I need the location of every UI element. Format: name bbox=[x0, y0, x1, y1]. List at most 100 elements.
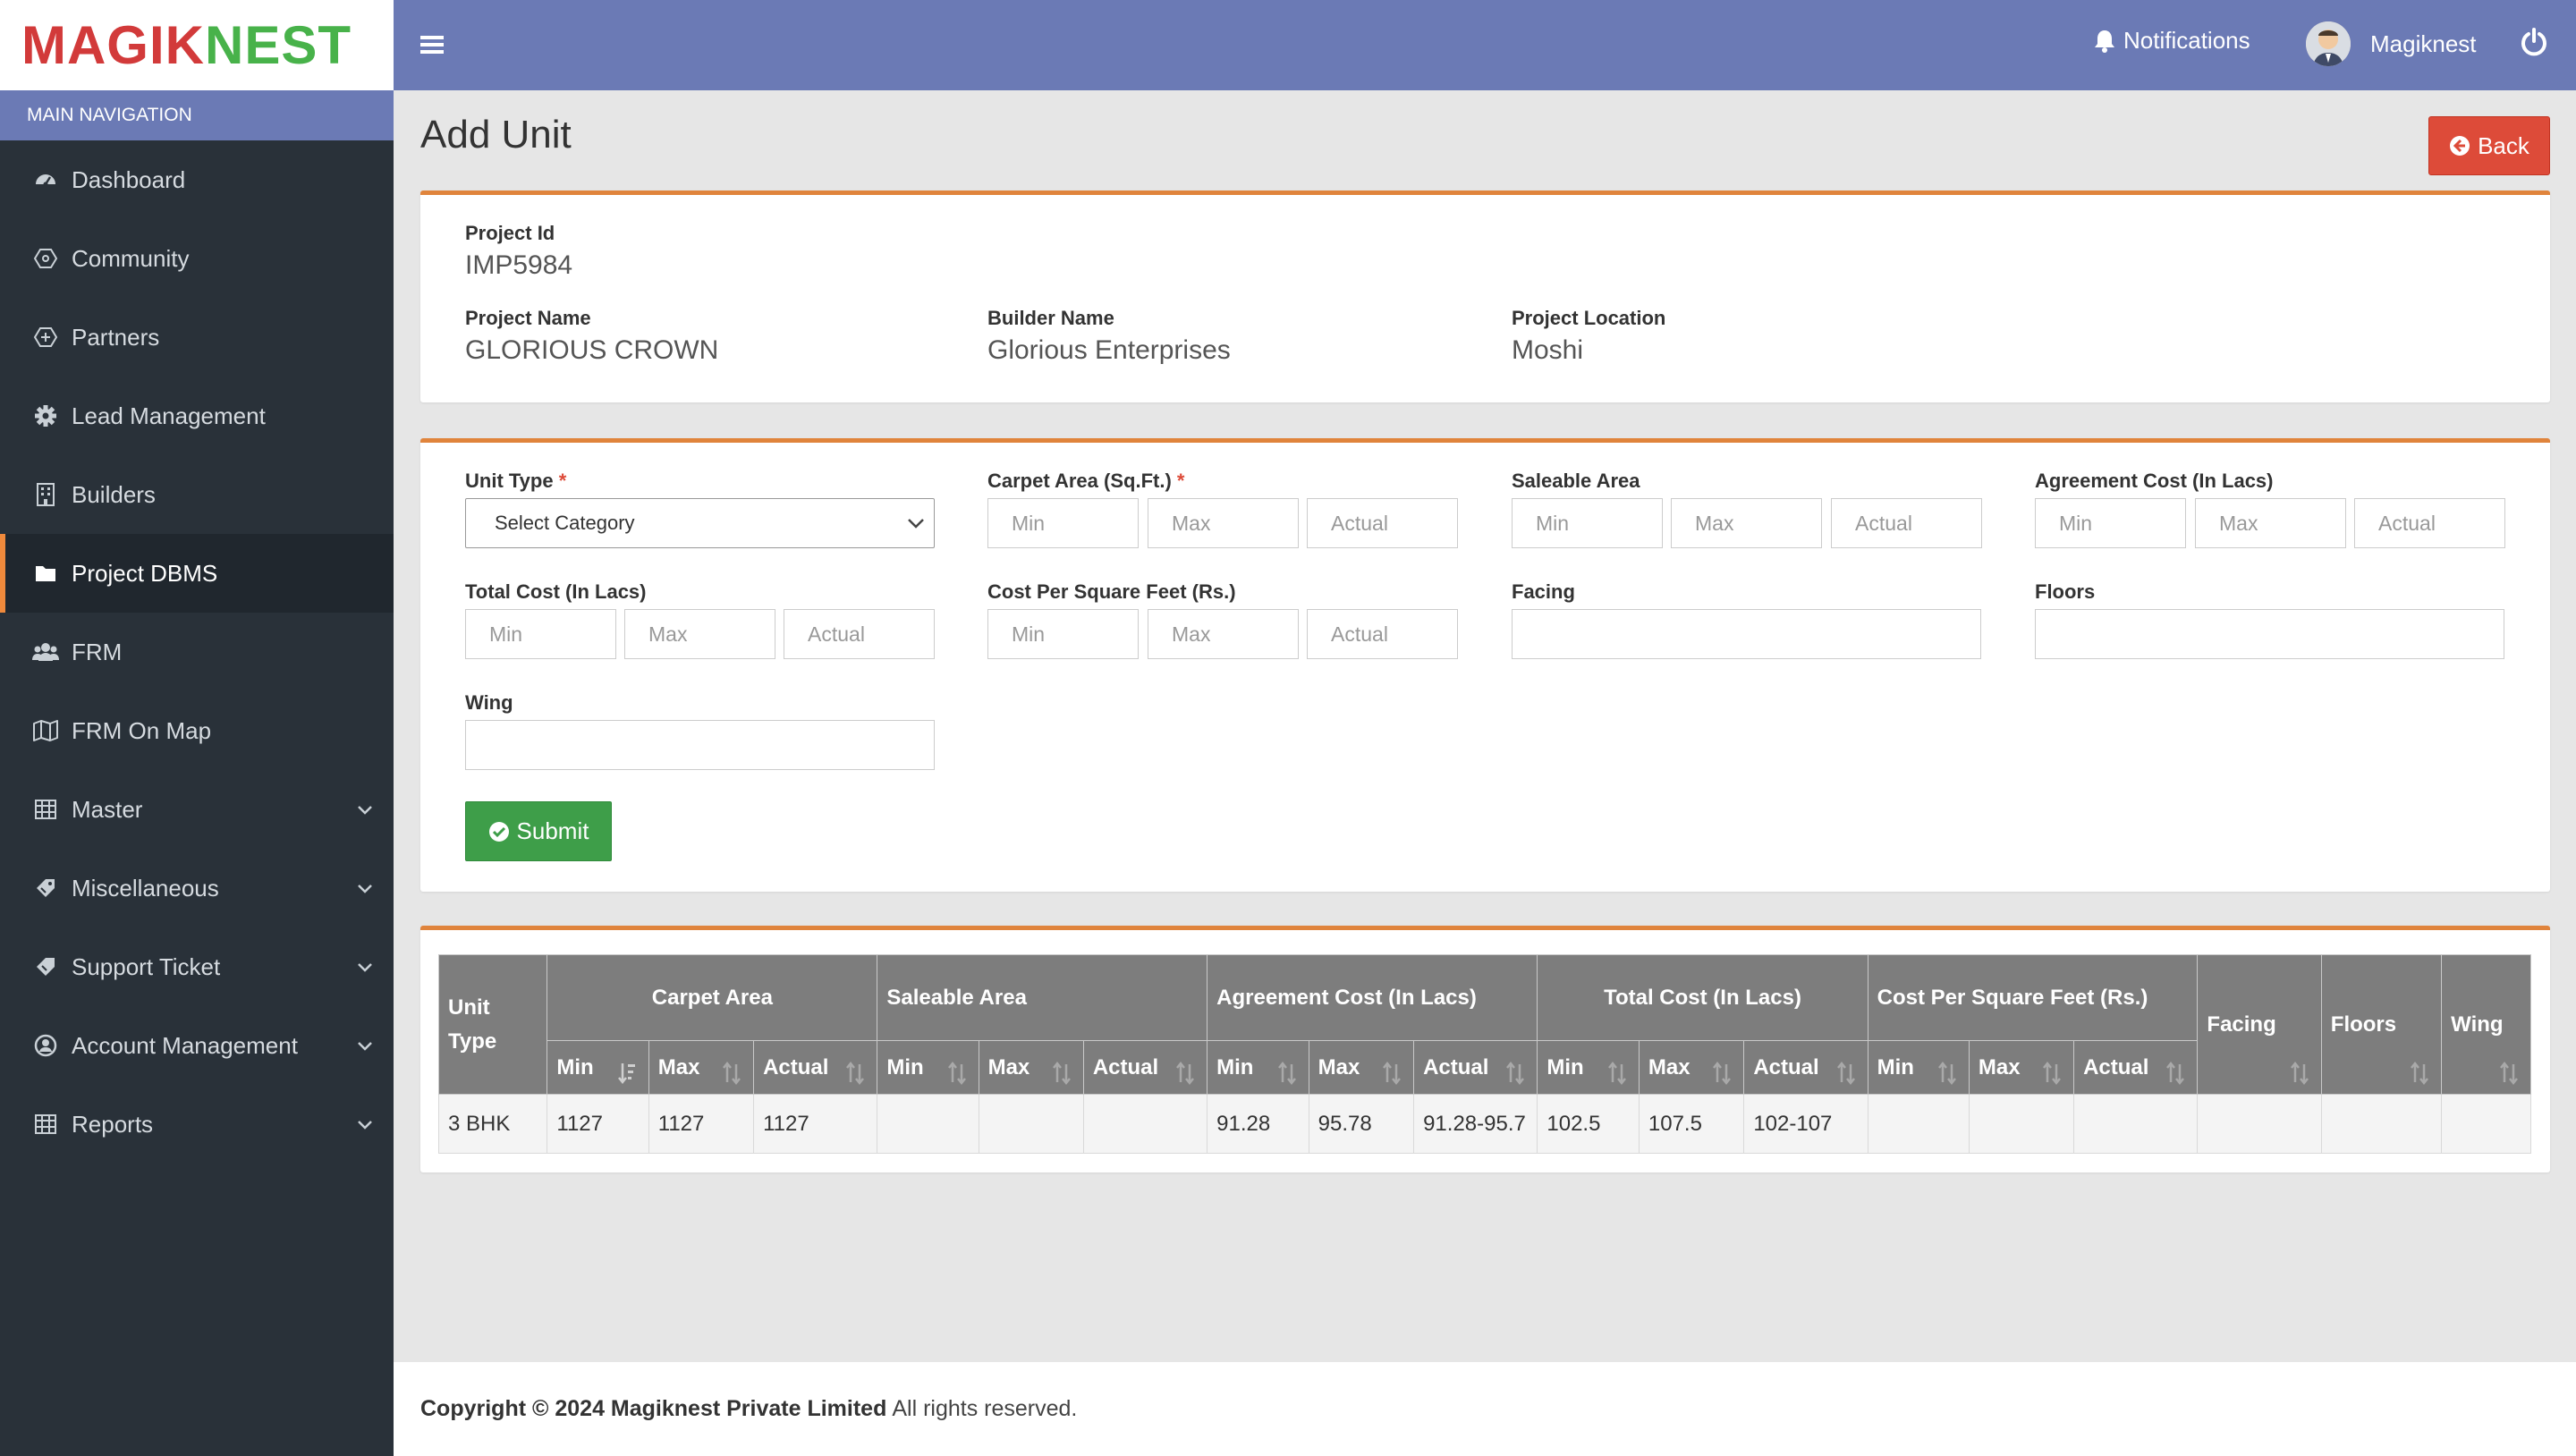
sort-icon[interactable] bbox=[2500, 1062, 2518, 1085]
check-circle-icon bbox=[488, 821, 509, 842]
logo-text-magik: MAGIK bbox=[21, 14, 205, 75]
saleable-area-min-input[interactable]: Min bbox=[1512, 498, 1663, 548]
agreement-cost-min-input[interactable]: Min bbox=[2035, 498, 2186, 548]
sidebar-item-frm-on-map[interactable]: FRM On Map bbox=[0, 691, 394, 770]
sidebar-item-frm[interactable]: FRM bbox=[0, 613, 394, 691]
header-actual[interactable]: Actual bbox=[1413, 1040, 1538, 1095]
sort-icon[interactable] bbox=[2166, 1062, 2185, 1085]
sidebar-item-label: Account Management bbox=[72, 1031, 298, 1059]
table-row[interactable]: 3 BHK 1127 1127 1127 91.28 95.78 91.28-95.7 102… bbox=[438, 1094, 2531, 1154]
header-max[interactable]: Max bbox=[1308, 1040, 1415, 1095]
sort-icon[interactable] bbox=[1506, 1062, 1525, 1085]
sort-icon[interactable] bbox=[1277, 1062, 1296, 1085]
carpet-area-min-input[interactable]: Min bbox=[987, 498, 1139, 548]
project-name-label: Project Name bbox=[465, 307, 591, 329]
header-max[interactable]: Max bbox=[1968, 1040, 2075, 1095]
sidebar-item-lead-management[interactable]: Lead Management bbox=[0, 377, 394, 455]
header-min[interactable]: Min bbox=[1207, 1040, 1309, 1095]
header-label: Wing bbox=[2451, 1012, 2504, 1037]
power-icon[interactable] bbox=[2521, 27, 2547, 57]
total-cost-min-input[interactable]: Min bbox=[465, 609, 616, 659]
sort-icon[interactable] bbox=[1176, 1062, 1195, 1085]
total-cost-label: Total Cost (In Lacs) bbox=[465, 580, 647, 603]
sidebar-item-label: Partners bbox=[72, 323, 160, 351]
sort-icon[interactable] bbox=[947, 1062, 966, 1085]
total-cost-max-input[interactable]: Max bbox=[624, 609, 775, 659]
footer-copyright: Copyright © 2024 Magiknest Private Limit… bbox=[420, 1396, 887, 1421]
sidebar-item-miscellaneous[interactable]: Miscellaneous bbox=[0, 849, 394, 927]
header-actual[interactable]: Actual bbox=[2073, 1040, 2199, 1095]
sidebar-item-community[interactable]: Community bbox=[0, 219, 394, 298]
carpet-area-actual-input[interactable]: Actual bbox=[1307, 498, 1458, 548]
cost-per-sqft-max-input[interactable]: Max bbox=[1148, 609, 1299, 659]
header-min[interactable]: Min bbox=[1867, 1040, 1970, 1095]
sidebar-item-label: FRM bbox=[72, 638, 123, 665]
sort-icon[interactable] bbox=[1383, 1062, 1402, 1085]
logo[interactable]: MAGIKNEST bbox=[0, 0, 394, 90]
total-cost-actual-input[interactable]: Actual bbox=[784, 609, 935, 659]
table-cell: 91.28-95.7 bbox=[1413, 1094, 1538, 1154]
header-max[interactable]: Max bbox=[648, 1040, 755, 1095]
sort-icon[interactable] bbox=[1052, 1062, 1071, 1085]
sidebar-item-support-ticket[interactable]: Support Ticket bbox=[0, 927, 394, 1006]
header-actual[interactable]: Actual bbox=[753, 1040, 878, 1095]
sidebar-item-partners[interactable]: Partners bbox=[0, 298, 394, 377]
user-menu[interactable]: Magiknest bbox=[2306, 21, 2477, 66]
floors-input[interactable] bbox=[2035, 609, 2504, 659]
header-wing[interactable]: Wing bbox=[2441, 954, 2531, 1095]
agreement-cost-actual-input[interactable]: Actual bbox=[2354, 498, 2505, 548]
units-table-wrapper: Unit Type Carpet Area Saleable Area Agreeme… bbox=[438, 954, 2531, 1156]
header-min[interactable]: Min bbox=[877, 1040, 979, 1095]
table-cell bbox=[877, 1094, 979, 1154]
table-cell bbox=[2441, 1094, 2531, 1154]
cost-per-sqft-actual-input[interactable]: Actual bbox=[1307, 609, 1458, 659]
sidebar-item-account-management[interactable]: Account Management bbox=[0, 1006, 394, 1085]
sort-icon[interactable] bbox=[846, 1062, 865, 1085]
saleable-area-max-input[interactable]: Max bbox=[1671, 498, 1822, 548]
header-unit-type[interactable]: Unit Type bbox=[438, 954, 548, 1095]
header-group-cost-per-square-feet-rs: Cost Per Square Feet (Rs.) bbox=[1867, 954, 2199, 1041]
notifications-button[interactable]: Notifications bbox=[2093, 27, 2250, 55]
sort-icon[interactable] bbox=[1607, 1062, 1626, 1085]
unit-type-select[interactable]: Select Category bbox=[465, 498, 935, 548]
agreement-cost-label: Agreement Cost (In Lacs) bbox=[2035, 470, 2274, 492]
header-min[interactable]: Min bbox=[547, 1040, 649, 1095]
header-actual[interactable]: Actual bbox=[1082, 1040, 1208, 1095]
sort-asc-icon[interactable] bbox=[617, 1062, 636, 1085]
sidebar-item-project-dbms[interactable]: Project DBMS bbox=[0, 534, 394, 613]
header-facing[interactable]: Facing bbox=[2197, 954, 2322, 1095]
saleable-area-actual-input[interactable]: Actual bbox=[1831, 498, 1982, 548]
chevron-down-icon bbox=[358, 1042, 372, 1051]
sort-icon[interactable] bbox=[723, 1062, 741, 1085]
header-max[interactable]: Max bbox=[978, 1040, 1084, 1095]
sidebar-item-dashboard[interactable]: Dashboard bbox=[0, 140, 394, 219]
header-max[interactable]: Max bbox=[1638, 1040, 1745, 1095]
hamburger-menu-icon[interactable] bbox=[420, 34, 444, 55]
header-actual[interactable]: Actual bbox=[1743, 1040, 1868, 1095]
sidebar-item-reports[interactable]: Reports bbox=[0, 1085, 394, 1164]
back-button[interactable]: Back bbox=[2428, 116, 2550, 175]
header-label: Min bbox=[886, 1054, 924, 1079]
header-label: Actual bbox=[763, 1054, 829, 1079]
sidebar-item-master[interactable]: Master bbox=[0, 770, 394, 849]
cost-per-sqft-min-input[interactable]: Min bbox=[987, 609, 1139, 659]
carpet-area-max-input[interactable]: Max bbox=[1148, 498, 1299, 548]
sidebar-item-builders[interactable]: Builders bbox=[0, 455, 394, 534]
sort-icon[interactable] bbox=[2290, 1062, 2309, 1085]
chevron-down-icon bbox=[358, 806, 372, 815]
sort-icon[interactable] bbox=[2043, 1062, 2062, 1085]
notifications-label: Notifications bbox=[2123, 27, 2250, 54]
sort-icon[interactable] bbox=[2411, 1062, 2429, 1085]
sort-icon[interactable] bbox=[1937, 1062, 1956, 1085]
agreement-cost-max-input[interactable]: Max bbox=[2195, 498, 2346, 548]
wing-input[interactable] bbox=[465, 720, 935, 770]
sort-icon[interactable] bbox=[1836, 1062, 1855, 1085]
submit-button[interactable]: Submit bbox=[465, 801, 612, 861]
topbar: Notifications Magiknest bbox=[394, 0, 2576, 90]
sort-icon[interactable] bbox=[1713, 1062, 1732, 1085]
project-location-label: Project Location bbox=[1512, 307, 1666, 329]
header-floors[interactable]: Floors bbox=[2320, 954, 2443, 1095]
facing-input[interactable] bbox=[1512, 609, 1981, 659]
chevron-down-icon bbox=[908, 519, 924, 529]
header-min[interactable]: Min bbox=[1537, 1040, 1640, 1095]
